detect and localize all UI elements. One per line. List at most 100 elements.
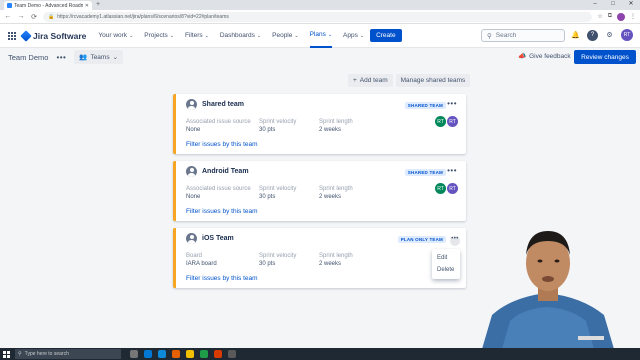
team-name: Android Team bbox=[202, 168, 249, 175]
chevron-down-icon: ⌄ bbox=[256, 32, 262, 39]
team-members: RT RT bbox=[435, 183, 458, 194]
address-bar: ← → ⟳ 🔒 https://rcvacademy1.atlassian.ne… bbox=[0, 10, 640, 24]
chevron-down-icon: ⌄ bbox=[169, 32, 174, 39]
browser-extensions: ☆ ⧉ ⋮ bbox=[597, 12, 636, 21]
taskbar-search-input[interactable]: ⚲ Type here to search bbox=[15, 349, 121, 359]
firefox-icon[interactable] bbox=[172, 350, 180, 358]
review-changes-button[interactable]: Review changes bbox=[574, 50, 636, 64]
field-label-source: Associated issue source bbox=[186, 119, 251, 125]
forward-icon[interactable]: → bbox=[17, 13, 25, 20]
browser-menu-icon[interactable]: ⋮ bbox=[630, 13, 636, 21]
nav-people[interactable]: People ⌄ bbox=[272, 24, 298, 48]
taskbar-search-placeholder: Type here to search bbox=[24, 351, 69, 357]
maximize-icon[interactable]: □ bbox=[604, 0, 622, 9]
file-explorer-icon[interactable] bbox=[186, 350, 194, 358]
browser-tab-bar: Team Demo - Advanced Roadm ✕ + – □ ✕ bbox=[0, 0, 640, 10]
windows-taskbar: ⚲ Type here to search bbox=[0, 348, 640, 360]
jira-logo-icon bbox=[20, 29, 32, 42]
nav-dashboards[interactable]: Dashboards ⌄ bbox=[220, 24, 261, 48]
team-avatar-icon bbox=[186, 233, 197, 244]
filter-issues-link[interactable]: Filter issues by this team bbox=[186, 141, 258, 148]
team-actions: + Add team Manage shared teams bbox=[348, 74, 471, 87]
field-value-board: IARA board bbox=[186, 261, 217, 267]
add-team-button[interactable]: + Add team bbox=[348, 74, 393, 87]
search-placeholder: Search bbox=[495, 32, 517, 39]
nav-apps[interactable]: Apps ⌄ bbox=[343, 24, 364, 48]
jira-logo[interactable]: Jira Software bbox=[20, 29, 87, 42]
extensions-icon[interactable]: ⧉ bbox=[608, 13, 612, 21]
window-controls: – □ ✕ bbox=[586, 0, 640, 9]
field-value-velocity: 30 pts bbox=[259, 261, 276, 267]
close-tab-icon[interactable]: ✕ bbox=[85, 3, 89, 9]
close-window-icon[interactable]: ✕ bbox=[622, 0, 640, 9]
team-more-icon[interactable]: ••• bbox=[450, 236, 460, 246]
edge-icon[interactable] bbox=[158, 350, 166, 358]
filter-issues-link[interactable]: Filter issues by this team bbox=[186, 208, 258, 215]
app-icon[interactable] bbox=[228, 350, 236, 358]
minimize-icon[interactable]: – bbox=[586, 0, 604, 9]
jira-favicon-icon bbox=[7, 3, 12, 8]
filter-issues-link[interactable]: Filter issues by this team bbox=[186, 275, 258, 282]
team-context-menu: Edit Delete bbox=[432, 249, 460, 279]
product-name: Jira Software bbox=[33, 30, 87, 41]
field-value-source: None bbox=[186, 127, 201, 133]
webcam-overlay bbox=[462, 205, 640, 349]
menu-item-delete[interactable]: Delete bbox=[432, 264, 460, 276]
nav-plans[interactable]: Plans ⌄ bbox=[309, 24, 333, 48]
team-type-badge: SHARED TEAM bbox=[404, 102, 446, 109]
hp-icon[interactable] bbox=[144, 350, 152, 358]
notifications-icon[interactable]: 🔔 bbox=[570, 30, 581, 41]
nav-your-work[interactable]: Your work ⌄ bbox=[98, 24, 133, 48]
help-icon[interactable]: ? bbox=[587, 29, 598, 41]
search-icon: ⚲ bbox=[487, 32, 492, 40]
manage-shared-teams-button[interactable]: Manage shared teams bbox=[395, 74, 471, 87]
field-value-length: 2 weeks bbox=[319, 127, 342, 133]
reload-icon[interactable]: ⟳ bbox=[30, 13, 38, 21]
plus-icon: + bbox=[353, 77, 357, 84]
member-avatar[interactable]: RT bbox=[435, 183, 446, 194]
team-members: RT RT bbox=[435, 116, 458, 127]
member-avatar[interactable]: RT bbox=[447, 116, 458, 127]
search-input[interactable]: ⚲ Search bbox=[481, 29, 565, 42]
field-label-board: Board bbox=[186, 253, 203, 259]
url-field[interactable]: 🔒 https://rcvacademy1.atlassian.net/jira… bbox=[43, 11, 593, 22]
team-type-badge: PLAN ONLY TEAM bbox=[397, 236, 446, 243]
view-dropdown[interactable]: 👥 Teams ⌄ bbox=[74, 50, 124, 64]
task-view-icon[interactable] bbox=[130, 350, 138, 358]
megaphone-icon: 📣 bbox=[518, 53, 527, 60]
back-icon[interactable]: ← bbox=[4, 13, 12, 20]
taskbar-apps bbox=[130, 350, 236, 358]
user-avatar[interactable]: RT bbox=[621, 29, 633, 41]
plan-more-icon[interactable]: ••• bbox=[56, 53, 66, 62]
url-text: https://rcvacademy1.atlassian.net/jira/p… bbox=[57, 13, 229, 20]
nav-projects[interactable]: Projects ⌄ bbox=[144, 24, 174, 48]
nav-filters[interactable]: Filters ⌄ bbox=[185, 24, 209, 48]
chrome-icon[interactable] bbox=[200, 350, 208, 358]
browser-tab[interactable]: Team Demo - Advanced Roadm ✕ bbox=[4, 1, 92, 10]
team-card: Android Team SHARED TEAM ••• Associated … bbox=[173, 161, 466, 221]
new-tab-button[interactable]: + bbox=[96, 1, 100, 10]
give-feedback-button[interactable]: 📣 Give feedback bbox=[518, 52, 571, 61]
member-avatar[interactable]: RT bbox=[435, 116, 446, 127]
browser-tab-title: Team Demo - Advanced Roadm bbox=[14, 2, 83, 9]
team-more-icon[interactable]: ••• bbox=[447, 166, 457, 175]
settings-icon[interactable]: ⚙ bbox=[604, 30, 615, 41]
member-avatar[interactable]: RT bbox=[447, 183, 458, 194]
field-label-velocity: Sprint velocity bbox=[259, 186, 297, 192]
team-type-badge: SHARED TEAM bbox=[404, 169, 446, 176]
team-card: iOS Team PLAN ONLY TEAM ••• Board IARA b… bbox=[173, 228, 466, 288]
plan-title: Team Demo bbox=[8, 52, 49, 62]
windows-start-icon[interactable] bbox=[3, 350, 10, 358]
create-button[interactable]: Create bbox=[370, 29, 402, 42]
team-more-icon[interactable]: ••• bbox=[447, 99, 457, 108]
app-switcher-icon[interactable] bbox=[8, 31, 16, 40]
menu-item-edit[interactable]: Edit bbox=[432, 252, 460, 264]
field-label-source: Associated issue source bbox=[186, 186, 251, 192]
presenter-image bbox=[482, 231, 614, 349]
office-icon[interactable] bbox=[214, 350, 222, 358]
chevron-down-icon: ⌄ bbox=[327, 31, 333, 38]
profile-avatar[interactable] bbox=[617, 12, 625, 21]
field-value-velocity: 30 pts bbox=[259, 127, 276, 133]
view-dropdown-label: Teams bbox=[90, 53, 110, 61]
star-icon[interactable]: ☆ bbox=[597, 13, 602, 21]
